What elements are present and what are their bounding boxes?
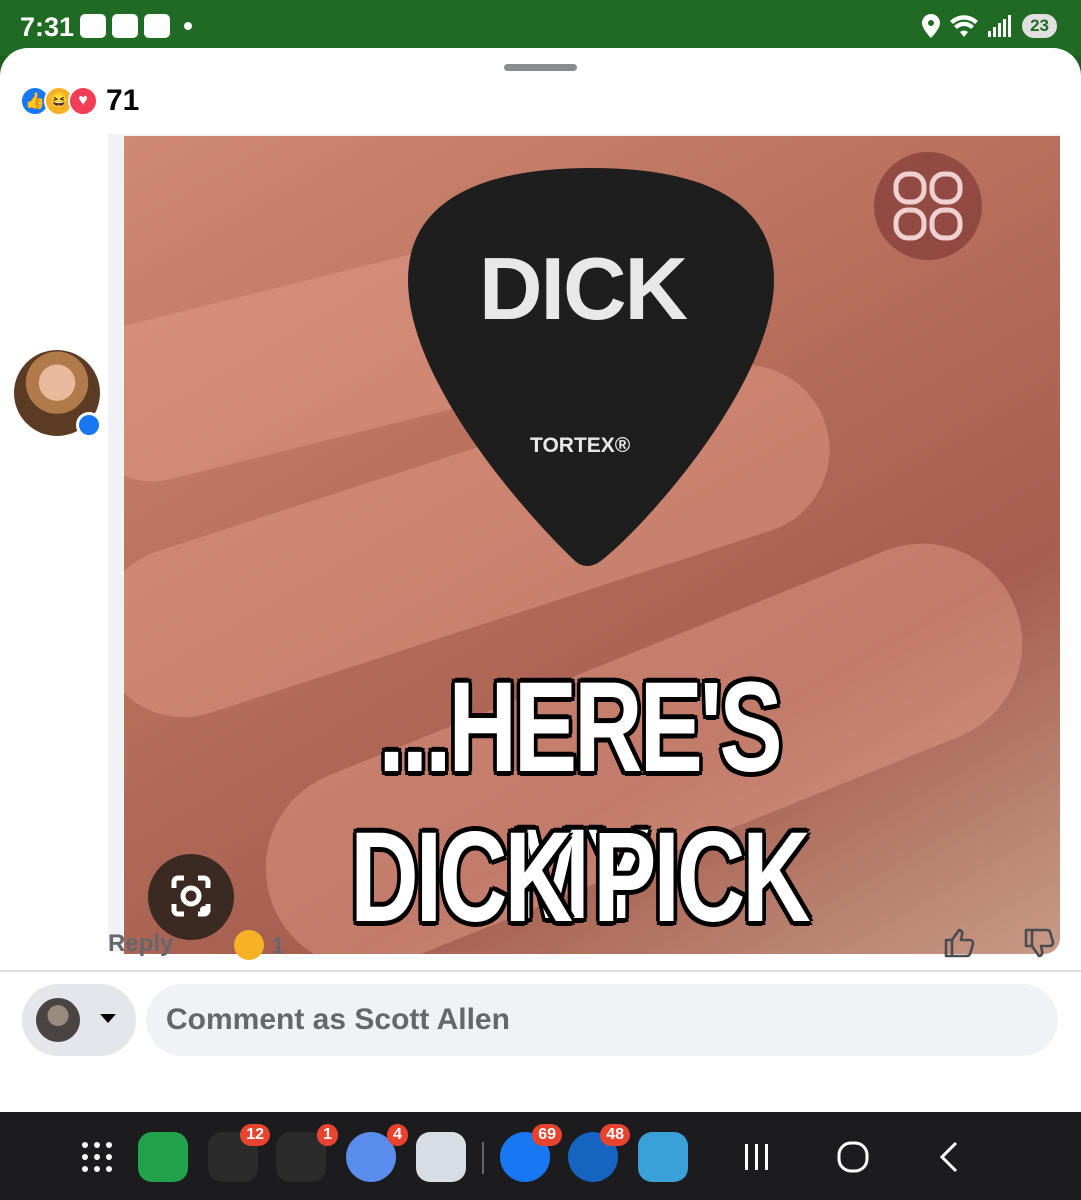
notification-badge: 1	[317, 1124, 338, 1146]
adt-app-icon[interactable]: 48	[568, 1124, 630, 1182]
reaction-count: 71	[106, 84, 140, 117]
news-notification-icon	[144, 14, 170, 38]
grid-icon	[893, 171, 963, 241]
phone-app-icon[interactable]	[138, 1132, 188, 1182]
love-reaction-icon: ♥	[68, 86, 98, 116]
comment-input[interactable]	[146, 984, 1058, 1056]
notification-badge: 48	[600, 1124, 630, 1146]
notification-icons	[80, 14, 192, 38]
divider	[0, 970, 1081, 972]
thumbs-down-icon[interactable]	[1022, 926, 1056, 960]
signal-icon	[988, 15, 1012, 37]
meme-caption-line-2: DICK PICK	[350, 806, 810, 949]
pick-brand-text: TORTEX®	[530, 434, 631, 457]
user-avatar	[36, 998, 80, 1042]
youtube-notification-icon	[80, 14, 106, 38]
messages-app-icon[interactable]: 4	[346, 1124, 408, 1182]
visual-search-button[interactable]	[148, 854, 234, 940]
app-drawer-icon[interactable]	[80, 1140, 114, 1174]
controls-app-icon[interactable]	[638, 1132, 688, 1182]
battery-indicator: 23	[1022, 14, 1057, 38]
app-folder-2-icon[interactable]: 1	[276, 1124, 338, 1182]
comment-image[interactable]: DICK TORTEX® ...HERE'S MY DICK PICK	[124, 136, 1060, 954]
comment-reaction-count: 1	[272, 933, 285, 958]
notification-badge: 12	[240, 1124, 270, 1146]
reaction-summary[interactable]: 👍 😆 ♥ 71	[20, 84, 139, 118]
notification-badge: 69	[532, 1124, 562, 1146]
system-icons: 23	[922, 14, 1057, 38]
camera-app-icon[interactable]	[416, 1132, 466, 1182]
recents-button[interactable]	[742, 1142, 772, 1172]
notification-badge: 4	[387, 1124, 408, 1146]
guitar-pick-graphic	[408, 168, 774, 566]
wifi-icon	[950, 15, 979, 37]
thumbs-up-icon[interactable]	[942, 926, 976, 960]
reply-button[interactable]: Reply	[108, 930, 173, 958]
finance-notification-icon	[112, 14, 138, 38]
drag-handle[interactable]	[504, 64, 577, 71]
navigation-bar: 12 1 4 69 48	[0, 1112, 1081, 1200]
comment-as-selector[interactable]	[22, 984, 136, 1056]
caret-down-icon	[100, 1014, 116, 1023]
status-time: 7:31	[20, 12, 75, 42]
more-notifications-dot-icon	[184, 22, 192, 30]
pick-text: DICK	[479, 239, 688, 338]
lens-icon	[171, 875, 211, 917]
app-folder-1-icon[interactable]: 12	[208, 1124, 270, 1182]
grid-view-button[interactable]	[874, 152, 982, 260]
home-button[interactable]	[836, 1140, 870, 1174]
back-button[interactable]	[936, 1140, 962, 1174]
dock-divider	[482, 1142, 484, 1174]
facebook-app-icon[interactable]: 69	[500, 1124, 562, 1182]
haha-reaction-icon	[234, 930, 264, 960]
location-icon	[922, 14, 941, 38]
messenger-badge-icon	[76, 412, 102, 438]
